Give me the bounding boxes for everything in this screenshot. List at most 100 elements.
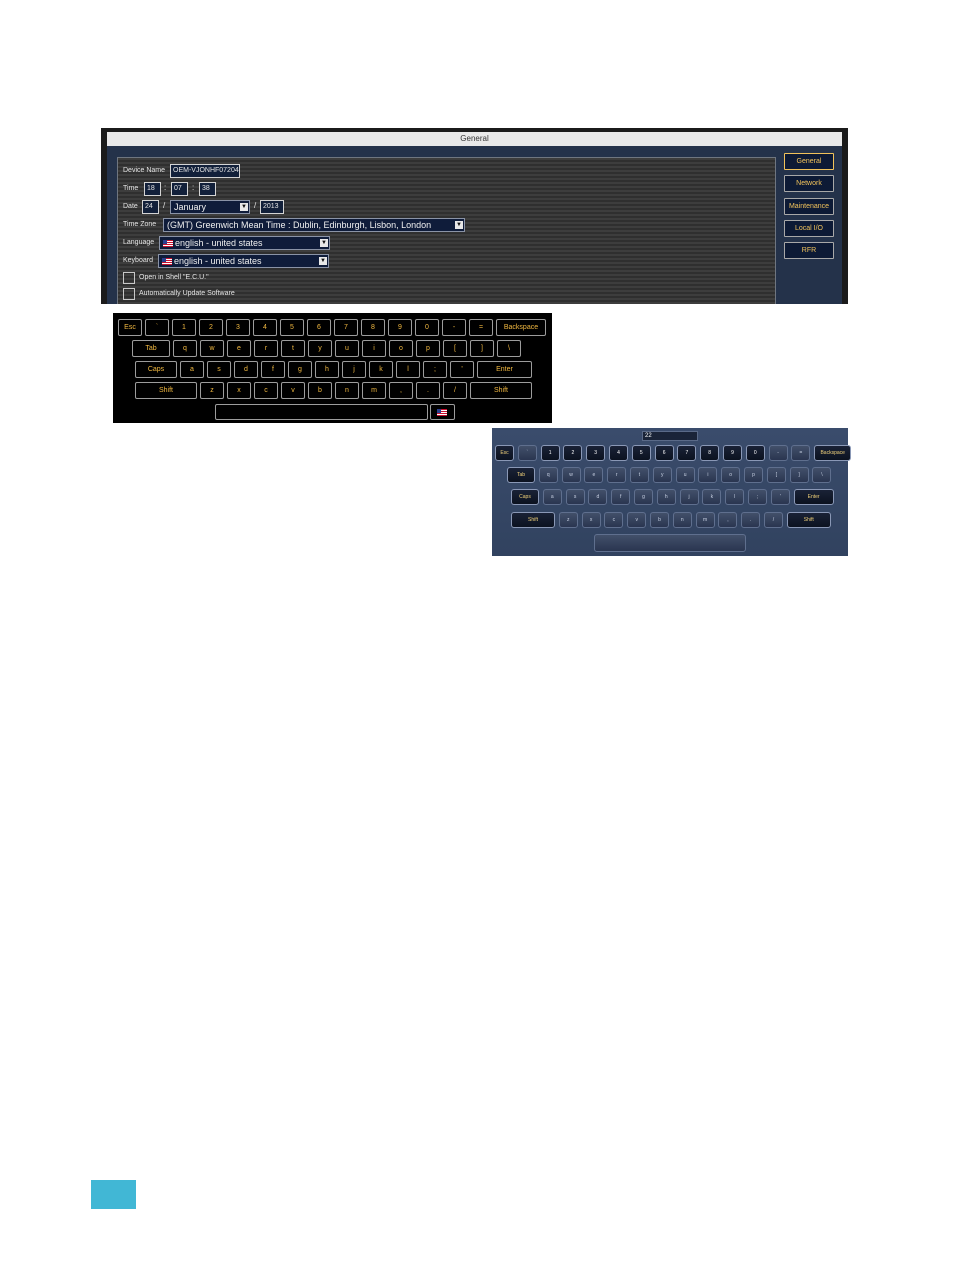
key-backspace[interactable]: Backspace	[814, 445, 852, 461]
key-9[interactable]: 9	[723, 445, 742, 461]
date-year-field[interactable]: 2013	[260, 200, 284, 214]
key-4[interactable]: 4	[609, 445, 628, 461]
key-u[interactable]: u	[675, 467, 695, 483]
key-quote[interactable]: '	[450, 361, 474, 378]
key-q[interactable]: q	[538, 467, 558, 483]
key-o[interactable]: o	[389, 340, 413, 357]
key-o[interactable]: o	[721, 467, 741, 483]
key-right-bracket[interactable]: ]	[789, 467, 809, 483]
key-left-bracket[interactable]: [	[443, 340, 467, 357]
key-a[interactable]: a	[542, 489, 562, 505]
key-semicolon[interactable]: ;	[423, 361, 447, 378]
key-i[interactable]: i	[362, 340, 386, 357]
key-2[interactable]: 2	[199, 319, 223, 336]
key-comma[interactable]: ,	[718, 512, 738, 528]
tab-maintenance[interactable]: Maintenance	[784, 198, 834, 215]
key-n[interactable]: n	[672, 512, 692, 528]
key-s[interactable]: s	[207, 361, 231, 378]
key-c[interactable]: c	[604, 512, 624, 528]
key-h[interactable]: h	[656, 489, 676, 505]
key-d[interactable]: d	[234, 361, 258, 378]
key-7[interactable]: 7	[677, 445, 697, 461]
key-m[interactable]: m	[695, 512, 715, 528]
key-v[interactable]: v	[627, 512, 647, 528]
key-a[interactable]: a	[180, 361, 204, 378]
key-t[interactable]: t	[630, 467, 649, 483]
key-e[interactable]: e	[584, 467, 604, 483]
key-3[interactable]: 3	[586, 445, 606, 461]
key-backspace[interactable]: Backspace	[496, 319, 546, 336]
key-tab[interactable]: Tab	[507, 467, 535, 483]
key-v[interactable]: v	[281, 382, 305, 399]
key-q[interactable]: q	[173, 340, 197, 357]
key-esc[interactable]: Esc	[495, 445, 514, 461]
key-enter[interactable]: Enter	[477, 361, 532, 378]
key-l[interactable]: l	[725, 489, 745, 505]
key-slash[interactable]: /	[764, 512, 783, 528]
key-i[interactable]: i	[698, 467, 718, 483]
key-l[interactable]: l	[396, 361, 420, 378]
time-hour-field[interactable]: 18	[144, 182, 161, 196]
key-6[interactable]: 6	[307, 319, 331, 336]
date-day-field[interactable]: 24	[142, 200, 159, 214]
open-in-shell-checkbox[interactable]	[123, 272, 135, 284]
key-u[interactable]: u	[335, 340, 359, 357]
key-1[interactable]: 1	[540, 445, 560, 461]
key-g[interactable]: g	[634, 489, 653, 505]
key-e[interactable]: e	[227, 340, 251, 357]
key-9[interactable]: 9	[388, 319, 412, 336]
key-backslash[interactable]: \	[812, 467, 832, 483]
key-f[interactable]: f	[261, 361, 285, 378]
key-caps[interactable]: Caps	[135, 361, 177, 378]
key-8[interactable]: 8	[361, 319, 385, 336]
key-r[interactable]: r	[607, 467, 627, 483]
key-x[interactable]: x	[227, 382, 251, 399]
timezone-select[interactable]: (GMT) Greenwich Mean Time : Dublin, Edin…	[163, 218, 465, 232]
date-month-select[interactable]: January ▼	[170, 200, 250, 214]
key-shift[interactable]: Shift	[135, 382, 197, 399]
key-0[interactable]: 0	[415, 319, 439, 336]
tab-rfr[interactable]: RFR	[784, 242, 834, 259]
key-w[interactable]: w	[561, 467, 581, 483]
keyboard-input-field[interactable]: 22	[642, 431, 698, 441]
key-enter[interactable]: Enter	[793, 489, 834, 505]
key-z[interactable]: z	[558, 512, 578, 528]
key-equals[interactable]: =	[791, 445, 811, 461]
key-comma[interactable]: ,	[389, 382, 413, 399]
key-h[interactable]: h	[315, 361, 339, 378]
keyboard-select[interactable]: english - united states ▼	[158, 254, 329, 268]
key-7[interactable]: 7	[334, 319, 358, 336]
key-k[interactable]: k	[369, 361, 393, 378]
key-2[interactable]: 2	[563, 445, 583, 461]
device-name-field[interactable]: OEM-VJONHF07204	[170, 164, 240, 178]
tab-general[interactable]: General	[784, 153, 834, 170]
key-t[interactable]: t	[281, 340, 305, 357]
key-3[interactable]: 3	[226, 319, 250, 336]
key-w[interactable]: w	[200, 340, 224, 357]
key-c[interactable]: c	[254, 382, 278, 399]
key-esc[interactable]: Esc	[118, 319, 142, 336]
key-r[interactable]: r	[254, 340, 278, 357]
key-5[interactable]: 5	[280, 319, 304, 336]
key-z[interactable]: z	[200, 382, 224, 399]
key-d[interactable]: d	[588, 489, 608, 505]
time-minute-field[interactable]: 07	[171, 182, 188, 196]
key-m[interactable]: m	[362, 382, 386, 399]
key-minus[interactable]: -	[768, 445, 788, 461]
key-6[interactable]: 6	[654, 445, 674, 461]
key-tab[interactable]: Tab	[132, 340, 170, 357]
key-k[interactable]: k	[702, 489, 722, 505]
key-4[interactable]: 4	[253, 319, 277, 336]
language-select[interactable]: english - united states ▼	[159, 236, 330, 250]
auto-update-checkbox[interactable]	[123, 288, 135, 300]
key-shift[interactable]: Shift	[470, 382, 532, 399]
key-shift[interactable]: Shift	[511, 512, 555, 528]
key-5[interactable]: 5	[631, 445, 651, 461]
keyboard-language-button[interactable]	[430, 404, 455, 420]
key-b[interactable]: b	[650, 512, 669, 528]
key-0[interactable]: 0	[745, 445, 765, 461]
key-backslash[interactable]: \	[497, 340, 521, 357]
key-y[interactable]: y	[652, 467, 672, 483]
key-j[interactable]: j	[679, 489, 699, 505]
key-p[interactable]: p	[416, 340, 440, 357]
